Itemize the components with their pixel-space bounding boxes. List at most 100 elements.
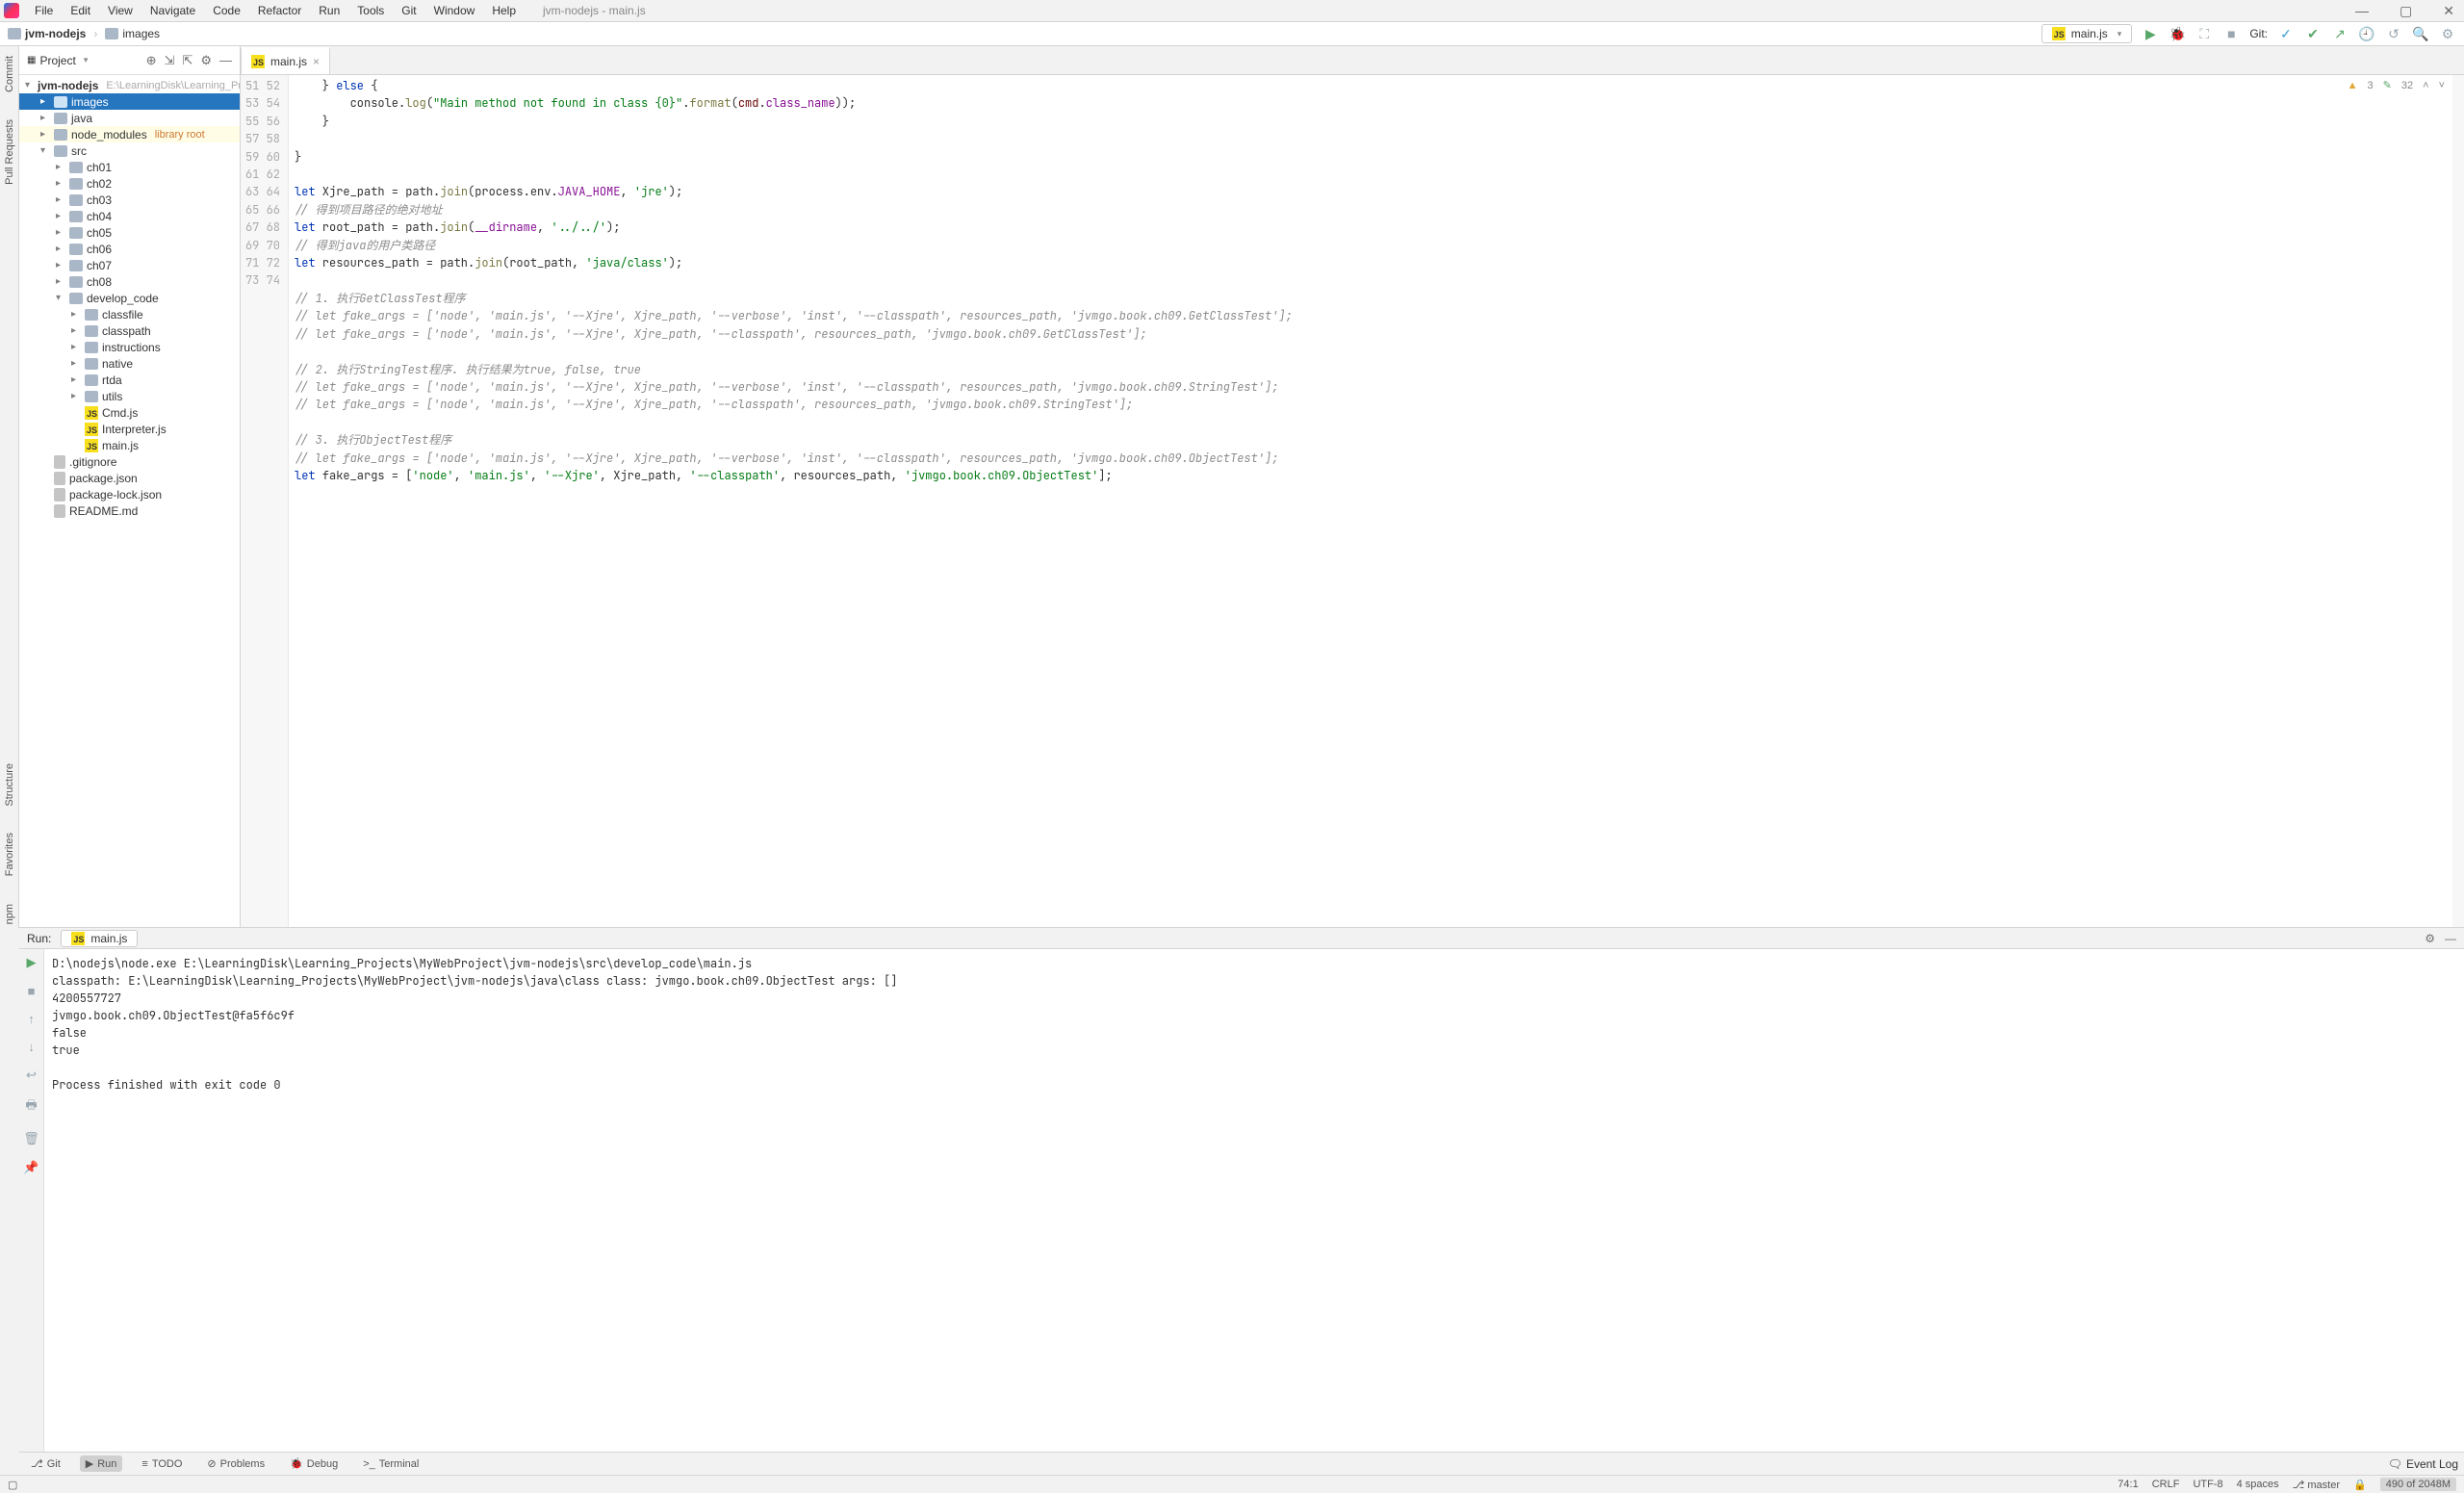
maximize-button[interactable]: ▢ bbox=[2394, 3, 2418, 19]
chevron-icon[interactable]: ▸ bbox=[71, 358, 81, 369]
tree-row[interactable]: ▸native bbox=[19, 355, 240, 372]
git-rollback-button[interactable]: ↺ bbox=[2385, 25, 2402, 42]
project-view-selector[interactable]: ▦ Project bbox=[27, 54, 88, 67]
event-log-button[interactable]: 🗨 Event Log bbox=[2388, 1457, 2458, 1471]
run-config-selector[interactable]: JS main.js bbox=[2041, 24, 2133, 43]
chevron-icon[interactable]: ▸ bbox=[56, 227, 65, 238]
pin-button[interactable]: 📌 bbox=[23, 1160, 38, 1175]
chevron-icon[interactable]: ▸ bbox=[56, 178, 65, 189]
search-button[interactable]: 🔍 bbox=[2412, 25, 2429, 42]
chevron-icon[interactable]: ▾ bbox=[56, 293, 65, 303]
git-history-button[interactable]: 🕘 bbox=[2358, 25, 2375, 42]
tree-row[interactable]: ▾jvm-nodejsE:\LearningDisk\Learning_Pro… bbox=[19, 77, 240, 93]
bottom-tab-debug[interactable]: 🐞Debug bbox=[284, 1455, 344, 1472]
tree-row[interactable]: ▸node_moduleslibrary root bbox=[19, 126, 240, 142]
bottom-tab-problems[interactable]: ⊘Problems bbox=[201, 1455, 270, 1472]
menu-navigate[interactable]: Navigate bbox=[142, 2, 203, 19]
rail-pull-requests[interactable]: Pull Requests bbox=[4, 116, 15, 189]
git-commit-button[interactable]: ✔ bbox=[2304, 25, 2322, 42]
chevron-down-icon[interactable]: ˅ bbox=[2439, 80, 2445, 91]
soft-wrap-button[interactable]: ↩ bbox=[26, 1068, 37, 1083]
rail-favorites[interactable]: Favorites bbox=[4, 829, 15, 880]
tree-row[interactable]: ▸classpath bbox=[19, 322, 240, 339]
rail-commit[interactable]: Commit bbox=[4, 52, 15, 96]
tree-row[interactable]: ▸java bbox=[19, 110, 240, 126]
chevron-icon[interactable]: ▸ bbox=[71, 325, 81, 336]
line-separator[interactable]: CRLF bbox=[2152, 1479, 2180, 1490]
memory-indicator[interactable]: 490 of 2048M bbox=[2380, 1478, 2456, 1491]
chevron-icon[interactable]: ▸ bbox=[40, 113, 50, 123]
rail-npm[interactable]: npm bbox=[4, 900, 15, 928]
editor-tab[interactable]: JSmain.js× bbox=[241, 47, 330, 74]
menu-edit[interactable]: Edit bbox=[63, 2, 98, 19]
tree-row[interactable]: ▸ch06 bbox=[19, 241, 240, 257]
project-tree[interactable]: ▾jvm-nodejsE:\LearningDisk\Learning_Pro…… bbox=[19, 75, 240, 928]
scroll-top-button[interactable]: ↑ bbox=[28, 1012, 35, 1026]
chevron-icon[interactable]: ▸ bbox=[40, 96, 50, 107]
tree-row[interactable]: ▾develop_code bbox=[19, 290, 240, 306]
status-icon[interactable]: ▢ bbox=[8, 1479, 17, 1491]
settings-icon[interactable]: ⚙ bbox=[2439, 25, 2456, 42]
run-button[interactable]: ▶ bbox=[2142, 25, 2159, 42]
menu-file[interactable]: File bbox=[27, 2, 61, 19]
tree-row[interactable]: ▸ch05 bbox=[19, 224, 240, 241]
chevron-icon[interactable]: ▸ bbox=[71, 391, 81, 401]
git-push-button[interactable]: ↗ bbox=[2331, 25, 2348, 42]
inspection-widget[interactable]: ▲3 ✎32 ˄ ˅ bbox=[2348, 79, 2445, 91]
settings-icon[interactable]: ⚙ bbox=[200, 53, 212, 68]
tree-row[interactable]: ▸ch03 bbox=[19, 192, 240, 208]
bottom-tab-git[interactable]: ⎇Git bbox=[25, 1455, 66, 1472]
expand-all-icon[interactable]: ⇲ bbox=[165, 53, 175, 68]
menu-tools[interactable]: Tools bbox=[349, 2, 392, 19]
indent-setting[interactable]: 4 spaces bbox=[2237, 1479, 2279, 1490]
close-button[interactable]: ✕ bbox=[2437, 3, 2460, 19]
debug-button[interactable]: 🐞 bbox=[2169, 25, 2186, 42]
menu-git[interactable]: Git bbox=[394, 2, 424, 19]
stop-button[interactable]: ■ bbox=[2222, 25, 2240, 42]
tree-row[interactable]: JSCmd.js bbox=[19, 404, 240, 421]
tree-row[interactable]: ▸instructions bbox=[19, 339, 240, 355]
menu-run[interactable]: Run bbox=[311, 2, 347, 19]
chevron-icon[interactable]: ▸ bbox=[56, 260, 65, 270]
chevron-icon[interactable]: ▸ bbox=[40, 129, 50, 140]
breadcrumb[interactable]: jvm-nodejs › images bbox=[8, 27, 160, 40]
bottom-tab-run[interactable]: ▶Run bbox=[80, 1455, 123, 1472]
caret-position[interactable]: 74:1 bbox=[2118, 1479, 2138, 1490]
tree-row[interactable]: ▸ch07 bbox=[19, 257, 240, 273]
select-opened-file-icon[interactable]: ⊕ bbox=[146, 53, 157, 68]
chevron-icon[interactable]: ▾ bbox=[40, 145, 50, 156]
tree-row[interactable]: ▸classfile bbox=[19, 306, 240, 322]
coverage-button[interactable]: ⛶ bbox=[2195, 25, 2213, 42]
hide-icon[interactable]: — bbox=[219, 53, 232, 68]
chevron-icon[interactable]: ▸ bbox=[71, 374, 81, 385]
chevron-icon[interactable]: ▸ bbox=[56, 276, 65, 287]
git-branch[interactable]: ⎇ master bbox=[2293, 1479, 2340, 1491]
chevron-icon[interactable]: ▸ bbox=[56, 244, 65, 254]
lock-icon[interactable]: 🔒 bbox=[2353, 1479, 2367, 1491]
tree-row[interactable]: ▸ch02 bbox=[19, 175, 240, 192]
collapse-all-icon[interactable]: ⇱ bbox=[182, 53, 192, 68]
chevron-icon[interactable]: ▸ bbox=[71, 309, 81, 320]
run-config-chip[interactable]: JS main.js bbox=[61, 930, 138, 947]
tree-row[interactable]: package-lock.json bbox=[19, 486, 240, 502]
editor-scrollbar[interactable] bbox=[2452, 75, 2464, 928]
minimize-button[interactable]: — bbox=[2349, 3, 2374, 19]
tree-row[interactable]: package.json bbox=[19, 470, 240, 486]
tree-row[interactable]: ▸utils bbox=[19, 388, 240, 404]
chevron-icon[interactable]: ▸ bbox=[71, 342, 81, 352]
menu-code[interactable]: Code bbox=[205, 2, 248, 19]
settings-icon[interactable]: ⚙ bbox=[2425, 932, 2435, 945]
menu-window[interactable]: Window bbox=[426, 2, 483, 19]
print-button[interactable]: 🖶 bbox=[25, 1096, 37, 1118]
tree-row[interactable]: JSInterpreter.js bbox=[19, 421, 240, 437]
rerun-button[interactable]: ▶ bbox=[27, 955, 37, 970]
file-encoding[interactable]: UTF-8 bbox=[2193, 1479, 2222, 1490]
tree-row[interactable]: ▾src bbox=[19, 142, 240, 159]
tree-row[interactable]: ▸ch04 bbox=[19, 208, 240, 224]
tree-row[interactable]: JSmain.js bbox=[19, 437, 240, 453]
run-console-output[interactable]: D:\nodejs\node.exe E:\LearningDisk\Learn… bbox=[44, 949, 2464, 1452]
line-gutter[interactable]: 51 52 53 54 55 56 57 58 59 60 61 62 63 6… bbox=[241, 75, 289, 928]
bottom-tab-todo[interactable]: ≡TODO bbox=[136, 1456, 188, 1472]
chevron-icon[interactable]: ▸ bbox=[56, 162, 65, 172]
menu-help[interactable]: Help bbox=[484, 2, 524, 19]
